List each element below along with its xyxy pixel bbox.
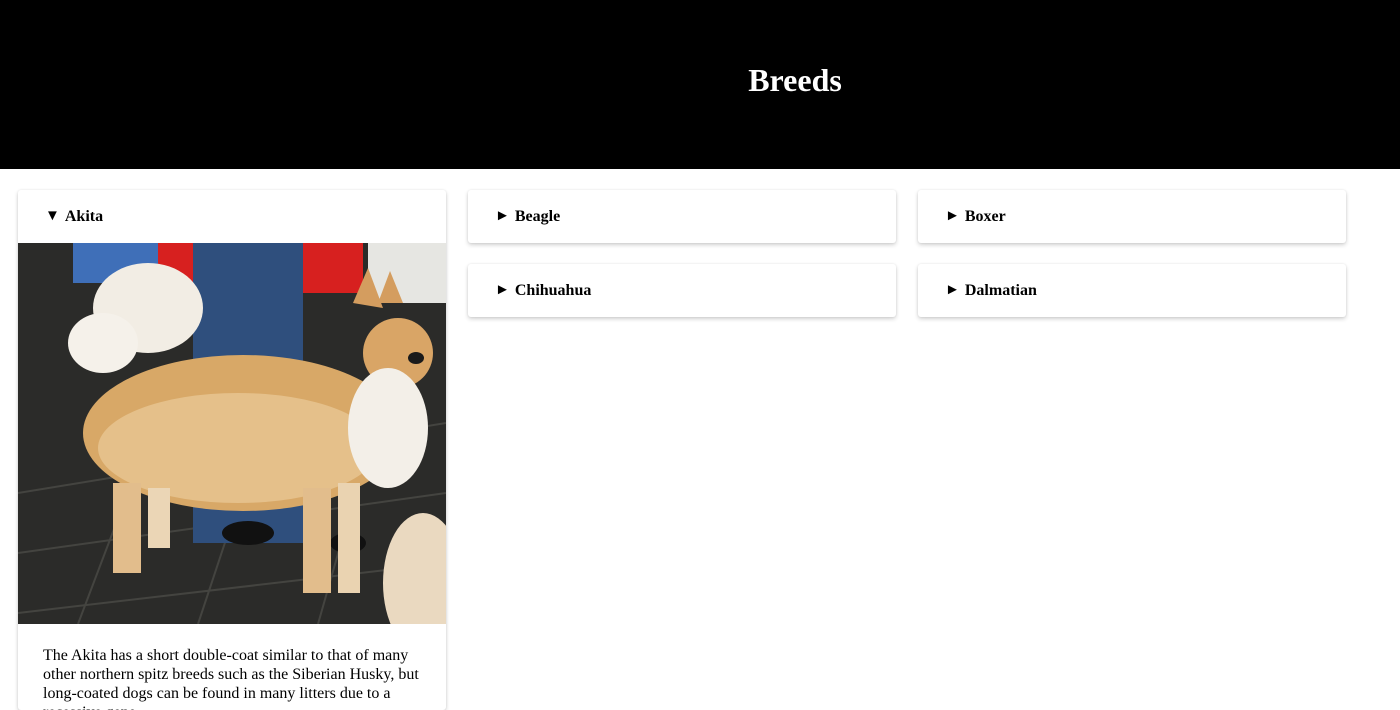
breed-name: Chihuahua <box>514 281 592 299</box>
breed-name: Dalmatian <box>964 281 1037 299</box>
breed-toggle-dalmatian[interactable]: ► Dalmatian <box>918 264 1346 317</box>
breed-card-beagle: ► Beagle <box>468 190 896 243</box>
akita-photo <box>18 243 446 624</box>
breed-toggle-beagle[interactable]: ► Beagle <box>468 190 896 243</box>
breed-name: Beagle <box>514 207 561 225</box>
expanded-triangle-icon: ▼ <box>45 208 60 224</box>
breed-card-boxer: ► Boxer <box>918 190 1346 243</box>
breed-name: Akita <box>64 207 104 225</box>
breed-toggle-akita[interactable]: ▼ Akita <box>18 190 446 243</box>
breed-card-dalmatian: ► Dalmatian <box>918 264 1346 317</box>
breed-card-chihuahua: ► Chihuahua <box>468 264 896 317</box>
collapsed-triangle-icon: ► <box>945 208 960 224</box>
breed-card-akita: ▼ Akita The Akita has a short double-coa… <box>18 190 446 710</box>
breed-description: The Akita has a short double-coat simila… <box>43 647 419 710</box>
collapsed-triangle-icon: ► <box>945 282 960 298</box>
collapsed-triangle-icon: ► <box>495 208 510 224</box>
breed-toggle-chihuahua[interactable]: ► Chihuahua <box>468 264 896 317</box>
breed-name: Boxer <box>964 207 1006 225</box>
breed-toggle-boxer[interactable]: ► Boxer <box>918 190 1346 243</box>
page-header: Breeds <box>0 0 1400 169</box>
page-title: Breeds <box>748 62 842 98</box>
collapsed-triangle-icon: ► <box>495 282 510 298</box>
